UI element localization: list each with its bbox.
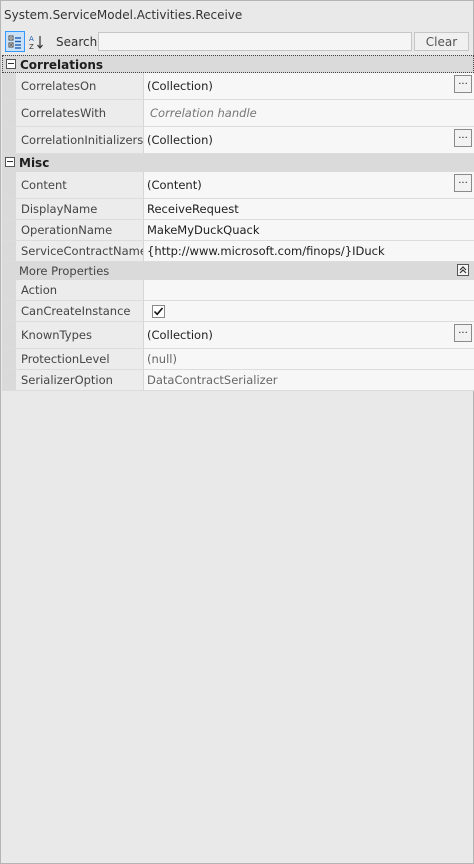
property-row-protectionlevel: ProtectionLevel (null) <box>2 349 474 370</box>
ellipsis-button[interactable]: ... <box>454 129 472 147</box>
property-row-knowntypes: KnownTypes (Collection) ... <box>2 322 474 349</box>
category-correlations[interactable]: Correlations <box>2 55 474 73</box>
ellipsis-button[interactable]: ... <box>454 75 472 93</box>
property-name[interactable]: OperationName <box>16 220 144 240</box>
property-toolbar: A Z Search: Clear <box>1 29 473 55</box>
svg-text:Z: Z <box>29 43 34 50</box>
categorized-view-button[interactable] <box>5 31 25 52</box>
property-value[interactable]: ReceiveRequest <box>144 199 474 219</box>
property-row-servicecontractname: ServiceContractName {http://www.microsof… <box>2 241 474 262</box>
checkmark-icon <box>153 306 164 315</box>
property-name[interactable]: Content <box>16 172 144 198</box>
clear-search-button[interactable]: Clear <box>414 32 469 51</box>
property-name[interactable]: CanCreateInstance <box>16 301 144 321</box>
search-label: Search: <box>56 35 102 49</box>
property-value[interactable]: (Content) <box>144 172 474 198</box>
property-row-correlateswith: CorrelatesWith Correlation handle <box>2 100 474 127</box>
property-value[interactable]: (null) <box>144 349 474 369</box>
property-name[interactable]: CorrelationInitializers <box>16 127 144 153</box>
property-value[interactable]: MakeMyDuckQuack <box>144 220 474 240</box>
property-value[interactable]: (Collection) <box>144 127 474 153</box>
property-name[interactable]: Action <box>16 280 144 300</box>
cancreateinstance-checkbox[interactable] <box>152 304 165 318</box>
property-grid: Correlations CorrelatesOn (Collection) .… <box>2 55 474 391</box>
category-label: Misc <box>19 156 50 170</box>
property-row-correlateson: CorrelatesOn (Collection) ... <box>2 73 474 100</box>
property-value[interactable]: (Collection) <box>144 73 474 99</box>
property-row-serializeroption: SerializerOption DataContractSerializer <box>2 370 474 391</box>
property-grid-window: System.ServiceModel.Activities.Receive A… <box>0 0 474 864</box>
property-name[interactable]: KnownTypes <box>16 322 144 348</box>
categorized-icon <box>8 35 21 49</box>
property-row-operationname: OperationName MakeMyDuckQuack <box>2 220 474 241</box>
ellipsis-button[interactable]: ... <box>454 174 472 192</box>
alphabetical-view-button[interactable]: A Z <box>27 31 47 52</box>
property-name[interactable]: CorrelatesOn <box>16 73 144 99</box>
property-value[interactable]: (Collection) <box>144 322 474 348</box>
property-row-displayname: DisplayName ReceiveRequest <box>2 199 474 220</box>
property-value[interactable]: DataContractSerializer <box>144 370 474 390</box>
property-row-cancreateinstance: CanCreateInstance <box>2 301 474 322</box>
property-value[interactable]: {http://www.microsoft.com/finops/}IDuck <box>144 241 474 261</box>
window-title: System.ServiceModel.Activities.Receive <box>4 8 243 22</box>
property-name[interactable]: ServiceContractName <box>16 241 144 261</box>
property-name[interactable]: CorrelatesWith <box>16 100 144 126</box>
category-misc[interactable]: Misc <box>2 154 474 172</box>
search-input[interactable] <box>98 32 412 51</box>
property-name[interactable]: DisplayName <box>16 199 144 219</box>
property-value[interactable]: Correlation handle <box>144 100 474 126</box>
property-row-action: Action <box>2 280 474 301</box>
collapse-toggle-icon[interactable] <box>6 59 16 69</box>
more-properties-header[interactable]: More Properties <box>2 262 474 280</box>
collapse-toggle-icon[interactable] <box>5 157 15 167</box>
property-value <box>144 301 474 321</box>
property-row-content: Content (Content) ... <box>2 172 474 199</box>
sort-alphabetical-icon: A Z <box>29 35 43 50</box>
property-row-correlationinitializers: CorrelationInitializers (Collection) ... <box>2 127 474 154</box>
category-label: Correlations <box>20 58 104 72</box>
property-name[interactable]: SerializerOption <box>16 370 144 390</box>
collapse-up-icon[interactable] <box>457 264 469 276</box>
svg-text:A: A <box>29 35 34 43</box>
more-properties-label: More Properties <box>19 264 110 278</box>
ellipsis-button[interactable]: ... <box>454 324 472 342</box>
property-name[interactable]: ProtectionLevel <box>16 349 144 369</box>
property-value[interactable] <box>144 280 474 300</box>
